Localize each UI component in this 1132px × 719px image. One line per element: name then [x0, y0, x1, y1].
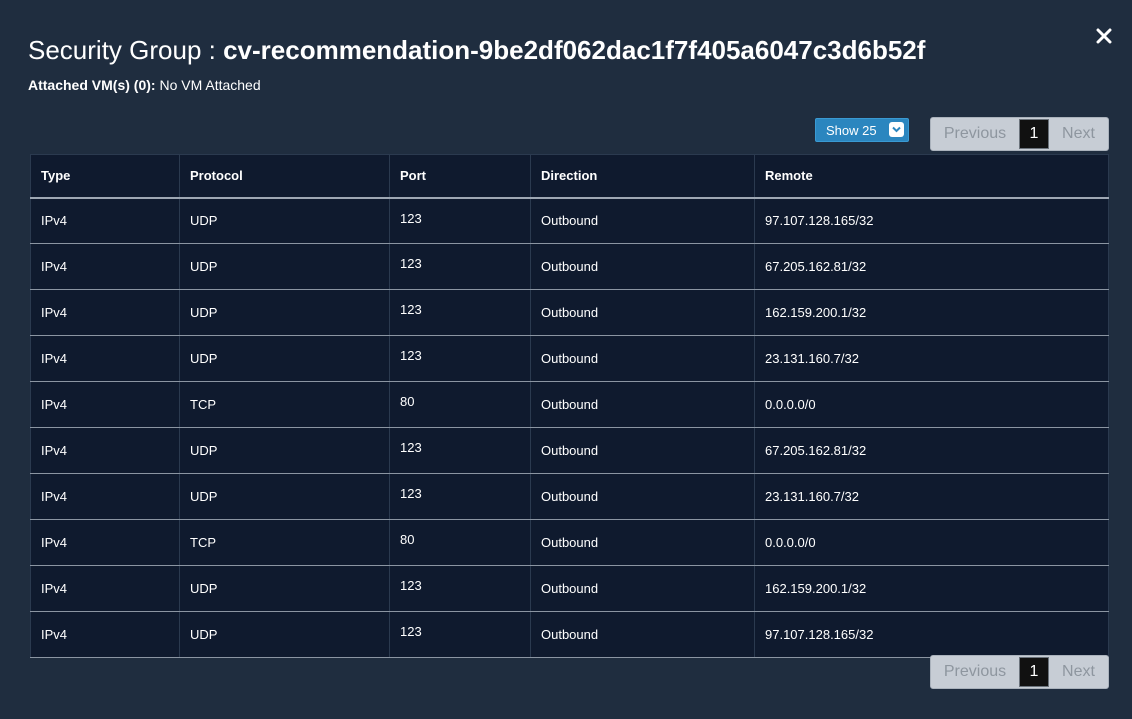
cell-remote: 67.205.162.81/32: [754, 243, 1109, 290]
cell-port: 123: [389, 427, 531, 474]
cell-direction: Outbound: [530, 611, 755, 658]
cell-port: 123: [389, 197, 531, 244]
cell-direction: Outbound: [530, 519, 755, 566]
table-row: IPv4 UDP 123 Outbound 162.159.200.1/32: [30, 565, 1109, 612]
table-row: IPv4 UDP 123 Outbound 23.131.160.7/32: [30, 335, 1109, 382]
cell-direction: Outbound: [530, 427, 755, 474]
column-header-type[interactable]: Type: [30, 154, 180, 199]
cell-type: IPv4: [30, 381, 180, 428]
cell-type: IPv4: [30, 565, 180, 612]
next-page-button[interactable]: Next: [1049, 118, 1108, 150]
cell-protocol: UDP: [179, 335, 390, 382]
cell-protocol: TCP: [179, 519, 390, 566]
cell-remote: 162.159.200.1/32: [754, 565, 1109, 612]
cell-protocol: TCP: [179, 381, 390, 428]
cell-port: 123: [389, 289, 531, 336]
cell-port: 123: [389, 243, 531, 290]
column-header-remote[interactable]: Remote: [754, 154, 1109, 199]
cell-type: IPv4: [30, 473, 180, 520]
table-row: IPv4 UDP 123 Outbound 67.205.162.81/32: [30, 243, 1109, 290]
attached-vms-label: Attached VM(s) (0):: [28, 77, 156, 93]
cell-direction: Outbound: [530, 335, 755, 382]
cell-port: 123: [389, 335, 531, 382]
cell-remote: 23.131.160.7/32: [754, 473, 1109, 520]
security-rules-table: Type Protocol Port Direction Remote IPv4…: [30, 154, 1109, 658]
table-row: IPv4 UDP 123 Outbound 23.131.160.7/32: [30, 473, 1109, 520]
cell-port: 123: [389, 565, 531, 612]
cell-remote: 67.205.162.81/32: [754, 427, 1109, 474]
pagination-bottom: Previous 1 Next: [930, 655, 1109, 689]
attached-vms: Attached VM(s) (0): No VM Attached: [28, 76, 261, 94]
cell-direction: Outbound: [530, 197, 755, 244]
cell-type: IPv4: [30, 611, 180, 658]
cell-remote: 0.0.0.0/0: [754, 381, 1109, 428]
cell-direction: Outbound: [530, 289, 755, 336]
cell-type: IPv4: [30, 519, 180, 566]
cell-type: IPv4: [30, 427, 180, 474]
security-group-modal: Security Group : cv-recommendation-9be2d…: [0, 0, 1132, 719]
previous-page-button[interactable]: Previous: [931, 656, 1019, 688]
cell-direction: Outbound: [530, 473, 755, 520]
cell-direction: Outbound: [530, 243, 755, 290]
table-row: IPv4 TCP 80 Outbound 0.0.0.0/0: [30, 519, 1109, 566]
cell-remote: 23.131.160.7/32: [754, 335, 1109, 382]
current-page-button[interactable]: 1: [1019, 657, 1049, 687]
cell-protocol: UDP: [179, 197, 390, 244]
table-row: IPv4 TCP 80 Outbound 0.0.0.0/0: [30, 381, 1109, 428]
page-size-value: Show 25: [826, 122, 877, 138]
pagination-top: Previous 1 Next: [930, 117, 1109, 151]
cell-port: 123: [389, 611, 531, 658]
cell-protocol: UDP: [179, 289, 390, 336]
cell-protocol: UDP: [179, 473, 390, 520]
title-prefix: Security Group :: [28, 35, 224, 65]
table-row: IPv4 UDP 123 Outbound 97.107.128.165/32: [30, 611, 1109, 658]
attached-vms-value: No VM Attached: [155, 77, 261, 93]
cell-port: 80: [389, 381, 531, 428]
cell-type: IPv4: [30, 197, 180, 244]
chevron-down-icon: [889, 122, 904, 137]
cell-protocol: UDP: [179, 611, 390, 658]
column-header-port[interactable]: Port: [389, 154, 531, 199]
current-page-button[interactable]: 1: [1019, 119, 1049, 149]
cell-remote: 0.0.0.0/0: [754, 519, 1109, 566]
cell-direction: Outbound: [530, 565, 755, 612]
table-row: IPv4 UDP 123 Outbound 67.205.162.81/32: [30, 427, 1109, 474]
column-header-protocol[interactable]: Protocol: [179, 154, 390, 199]
table-row: IPv4 UDP 123 Outbound 97.107.128.165/32: [30, 197, 1109, 244]
column-header-direction[interactable]: Direction: [530, 154, 755, 199]
cell-type: IPv4: [30, 289, 180, 336]
table-row: IPv4 UDP 123 Outbound 162.159.200.1/32: [30, 289, 1109, 336]
cell-type: IPv4: [30, 335, 180, 382]
cell-port: 80: [389, 519, 531, 566]
cell-remote: 97.107.128.165/32: [754, 197, 1109, 244]
cell-remote: 162.159.200.1/32: [754, 289, 1109, 336]
table-header-row: Type Protocol Port Direction Remote: [30, 154, 1109, 199]
close-button[interactable]: [1090, 22, 1118, 50]
previous-page-button[interactable]: Previous: [931, 118, 1019, 150]
page-size-select[interactable]: Show 25: [815, 118, 909, 142]
next-page-button[interactable]: Next: [1049, 656, 1108, 688]
cell-port: 123: [389, 473, 531, 520]
security-group-name: cv-recommendation-9be2df062dac1f7f405a60…: [223, 35, 926, 65]
cell-protocol: UDP: [179, 243, 390, 290]
cell-protocol: UDP: [179, 565, 390, 612]
cell-protocol: UDP: [179, 427, 390, 474]
cell-remote: 97.107.128.165/32: [754, 611, 1109, 658]
close-icon: [1096, 28, 1112, 44]
cell-type: IPv4: [30, 243, 180, 290]
page-title: Security Group : cv-recommendation-9be2d…: [28, 33, 925, 67]
cell-direction: Outbound: [530, 381, 755, 428]
